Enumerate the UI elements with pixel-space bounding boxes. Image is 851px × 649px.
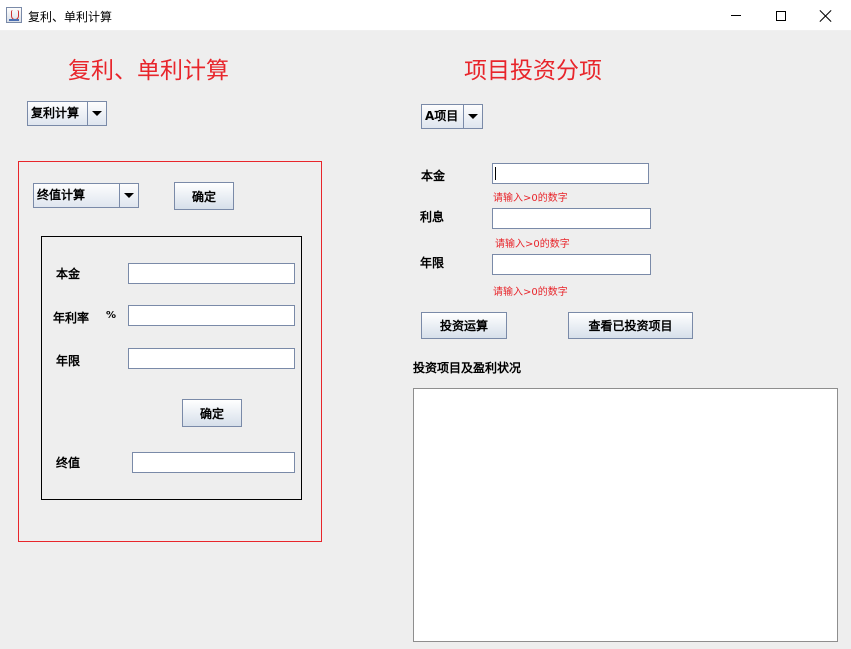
title-bar: 复利、单利计算	[0, 0, 851, 31]
investment-status-label: 投资项目及盈利状况	[413, 361, 522, 375]
principal-input[interactable]	[128, 263, 295, 284]
principal-label: 本金	[56, 267, 81, 281]
investment-status-textarea[interactable]	[413, 388, 838, 642]
calc-type-select[interactable]: 终值计算	[33, 183, 139, 208]
percent-label: %	[106, 310, 117, 321]
invest-interest-input[interactable]	[492, 208, 651, 229]
window-title: 复利、单利计算	[28, 10, 113, 24]
invest-calc-button[interactable]: 投资运算	[421, 312, 507, 339]
chevron-down-icon[interactable]	[463, 105, 482, 128]
project-value: A项目	[425, 109, 459, 123]
final-value-output[interactable]	[132, 452, 295, 473]
view-projects-button[interactable]: 查看已投资项目	[568, 312, 693, 339]
close-icon	[820, 10, 832, 22]
window-content: 复利、单利计算 复利计算 终值计算 确定 本金 年利率 % 年限 确定 终值 项…	[0, 31, 851, 649]
years-input[interactable]	[128, 348, 295, 369]
close-button[interactable]	[803, 0, 849, 31]
minimize-button[interactable]	[713, 0, 759, 31]
right-heading: 项目投资分项	[464, 58, 602, 84]
interest-hint: 请输入>0的数字	[495, 239, 570, 250]
years-hint: 请输入>0的数字	[493, 287, 568, 298]
invest-principal-label: 本金	[421, 169, 446, 183]
invest-years-label: 年限	[420, 256, 445, 270]
interest-mode-select[interactable]: 复利计算	[27, 101, 107, 126]
annual-rate-label: 年利率	[53, 311, 90, 325]
invest-years-input[interactable]	[492, 254, 651, 275]
final-value-label: 终值	[56, 456, 81, 470]
maximize-icon	[776, 10, 786, 21]
calc-type-value: 终值计算	[37, 188, 86, 202]
left-heading: 复利、单利计算	[68, 58, 229, 84]
confirm-button[interactable]: 确定	[182, 399, 242, 427]
java-icon	[6, 7, 22, 23]
confirm-type-button[interactable]: 确定	[174, 182, 234, 210]
invest-interest-label: 利息	[420, 210, 445, 224]
minimize-icon	[731, 15, 741, 16]
invest-principal-input[interactable]	[492, 163, 649, 184]
principal-hint: 请输入>0的数字	[493, 193, 568, 204]
years-label: 年限	[56, 354, 81, 368]
maximize-button[interactable]	[758, 0, 804, 31]
chevron-down-icon[interactable]	[119, 184, 138, 207]
annual-rate-input[interactable]	[128, 305, 295, 326]
chevron-down-icon[interactable]	[87, 102, 106, 125]
interest-mode-value: 复利计算	[31, 106, 80, 120]
project-select[interactable]: A项目	[421, 104, 483, 129]
